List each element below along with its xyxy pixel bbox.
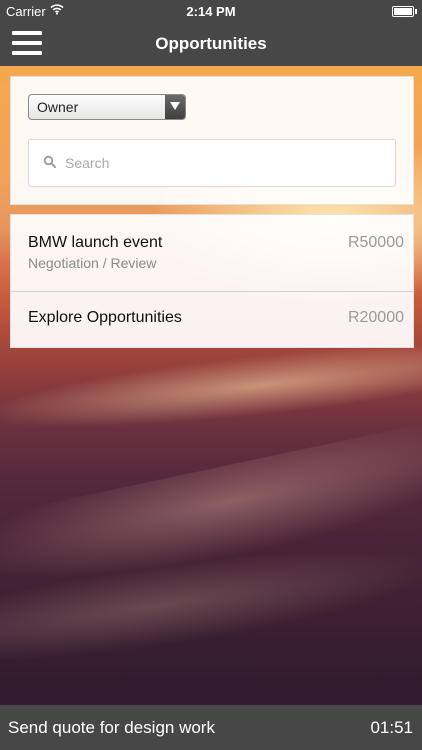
opportunity-name: BMW launch event [28,234,163,251]
status-bar: Carrier 2:14 PM [0,0,422,22]
opportunity-amount: R20000 [347,309,404,326]
task-timer: 01:51 [370,718,413,737]
battery-icon [392,6,417,17]
opportunity-list: BMW launch event Negotiation / Review R5… [10,214,414,348]
page-title: Opportunities [155,34,267,53]
list-item[interactable]: Explore Opportunities R20000 [11,292,413,347]
owner-select[interactable]: Owner [28,94,186,120]
chevron-down-icon [165,95,185,119]
active-task-label: Send quote for design work [8,718,215,737]
search-input[interactable] [63,152,387,174]
opportunity-amount: R50000 [347,234,404,251]
navigation-bar: Opportunities [0,22,422,66]
opportunity-name: Explore Opportunities [28,309,182,326]
filter-panel: Owner [10,76,414,205]
owner-select-label: Owner [37,99,79,115]
search-box[interactable] [28,139,396,187]
list-item[interactable]: BMW launch event Negotiation / Review R5… [11,215,413,292]
search-icon [43,155,57,169]
status-time: 2:14 PM [186,4,236,19]
opportunity-stage: Negotiation / Review [28,255,157,271]
active-task-bar[interactable]: Send quote for design work 01:51 [0,705,422,750]
